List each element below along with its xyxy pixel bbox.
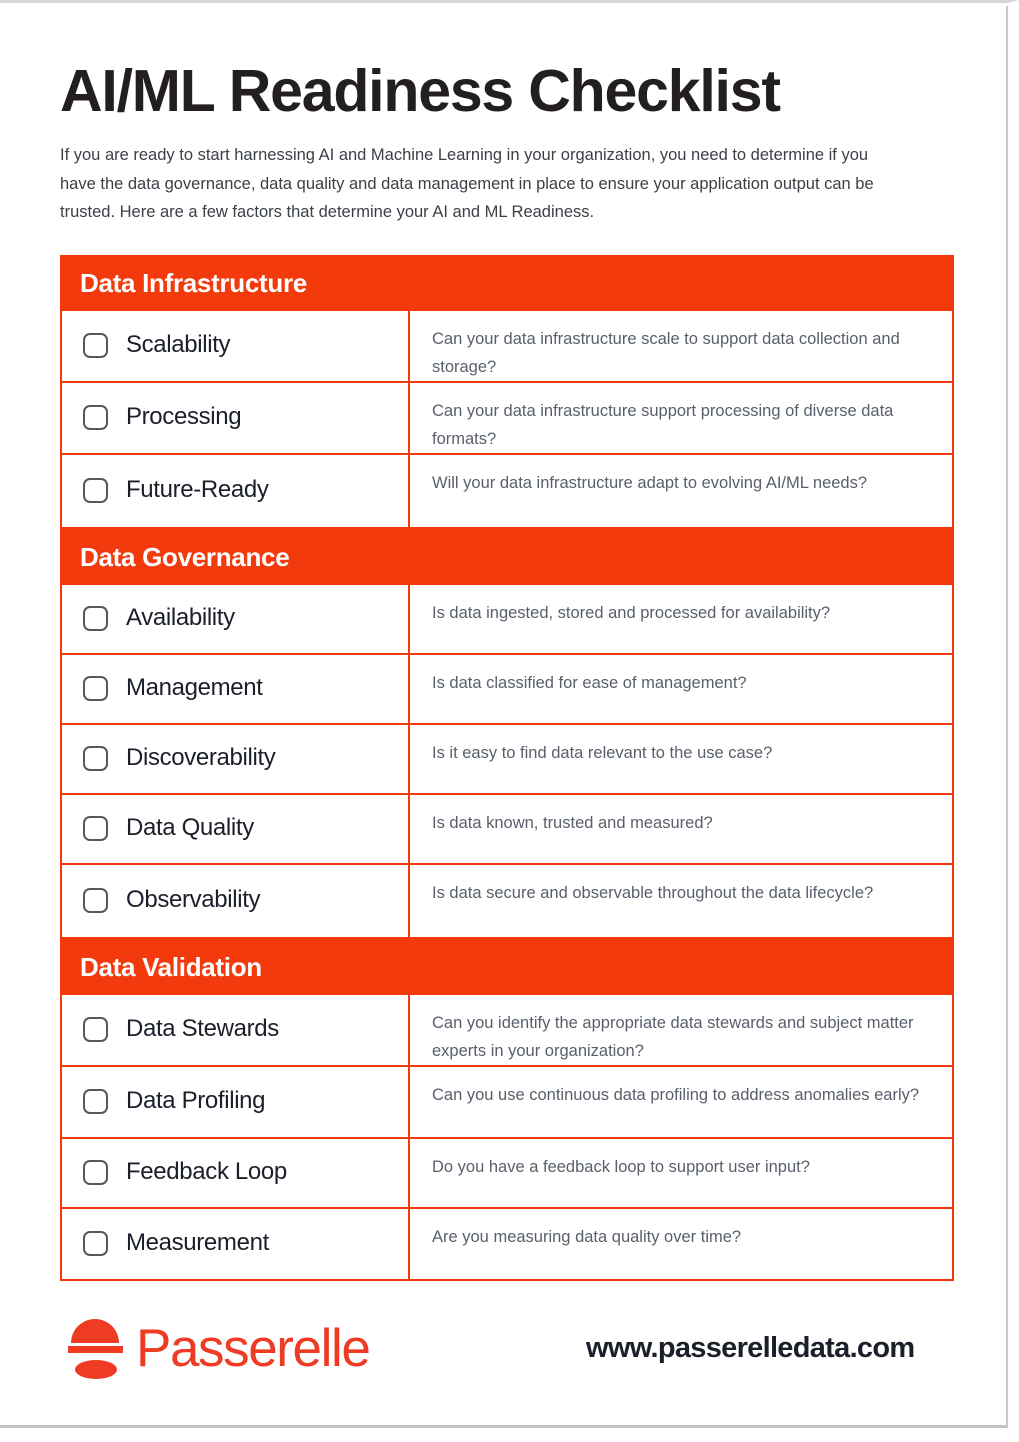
checklist-row-label-cell[interactable]: Data Profiling bbox=[62, 1066, 410, 1137]
page-footer: Passerelle www.passerelledata.com bbox=[60, 1315, 954, 1383]
section-rows: Scalability Can your data infrastructure … bbox=[60, 310, 954, 529]
checklist-row[interactable]: Availability Is data ingested, stored and… bbox=[62, 584, 952, 655]
checklist-item-question: Can you identify the appropriate data st… bbox=[432, 1013, 914, 1060]
checklist-item-question: Is data known, trusted and measured? bbox=[432, 813, 713, 832]
checklist-item-label: Feedback Loop bbox=[126, 1158, 287, 1186]
checklist-item-label: Scalability bbox=[126, 331, 231, 359]
checkbox-icon[interactable] bbox=[83, 888, 108, 914]
checklist-row-label-cell[interactable]: Availability bbox=[62, 584, 410, 653]
checklist-row[interactable]: Processing Can your data infrastructure s… bbox=[62, 382, 952, 455]
section-header: Data Validation bbox=[60, 938, 954, 995]
checklist-item-question: Are you measuring data quality over time… bbox=[432, 1227, 742, 1246]
checklist-item-question: Can you use continuous data profiling to… bbox=[432, 1085, 920, 1104]
checklist-row[interactable]: Feedback Loop Do you have a feedback loop… bbox=[62, 1138, 952, 1209]
page-sheet: AI/ML Readiness Checklist If you are rea… bbox=[0, 6, 1008, 1428]
section-rows: Data Stewards Can you identify the approp… bbox=[60, 994, 954, 1281]
checklist-item-label: Data Quality bbox=[126, 814, 254, 842]
page-title: AI/ML Readiness Checklist bbox=[60, 58, 781, 124]
checklist-item-question: Is it easy to find data relevant to the … bbox=[432, 743, 773, 762]
checkbox-icon[interactable] bbox=[83, 676, 108, 702]
bridge-arch-shape bbox=[71, 1318, 119, 1343]
checklist-item-question: Is data ingested, stored and processed f… bbox=[432, 603, 831, 622]
checklist-item-label: Observability bbox=[126, 886, 261, 914]
checklist-row-label-cell[interactable]: Management bbox=[62, 654, 410, 723]
checklist-section: Data Infrastructure Scalability Can your d… bbox=[60, 254, 954, 529]
bridge-reflection-shape bbox=[75, 1359, 117, 1379]
checkbox-icon[interactable] bbox=[83, 816, 108, 842]
checkbox-icon[interactable] bbox=[83, 1017, 108, 1043]
checklist-row[interactable]: Data Profiling Can you use continuous dat… bbox=[62, 1066, 952, 1139]
checklist-section: Data Validation Data Stewards Can you iden… bbox=[60, 938, 954, 1281]
checkbox-icon[interactable] bbox=[83, 478, 108, 504]
section-header: Data Governance bbox=[60, 528, 954, 585]
checklist-row[interactable]: Scalability Can your data infrastructure … bbox=[62, 310, 952, 383]
checklist-row[interactable]: Discoverability Is it easy to find data r… bbox=[62, 724, 952, 795]
bridge-deck-shape bbox=[68, 1345, 123, 1353]
checklist-row-label-cell[interactable]: Feedback Loop bbox=[62, 1138, 410, 1207]
section-header: Data Infrastructure bbox=[60, 254, 954, 311]
checklist-row[interactable]: Observability Is data secure and observab… bbox=[62, 864, 952, 937]
checklist-row-label-cell[interactable]: Measurement bbox=[62, 1208, 410, 1279]
checkbox-icon[interactable] bbox=[83, 1231, 108, 1257]
footer-website-url[interactable]: www.passerelledata.com bbox=[530, 1332, 915, 1365]
checklist-item-label: Discoverability bbox=[126, 744, 276, 772]
checkbox-icon[interactable] bbox=[83, 405, 108, 431]
checklist-row-label-cell[interactable]: Discoverability bbox=[62, 724, 410, 793]
checklist-row[interactable]: Measurement Are you measuring data qualit… bbox=[62, 1208, 952, 1279]
brand-lockup: Passerelle bbox=[60, 1315, 530, 1383]
checklist-item-question: Is data classified for ease of managemen… bbox=[432, 673, 747, 692]
checklist-item-question: Can your data infrastructure support pro… bbox=[432, 401, 894, 448]
checklist-item-label: Processing bbox=[126, 403, 242, 431]
checklist-row-label-cell[interactable]: Processing bbox=[62, 382, 410, 453]
checkbox-icon[interactable] bbox=[83, 1160, 108, 1186]
checkbox-icon[interactable] bbox=[83, 606, 108, 632]
intro-paragraph: If you are ready to start harnessing AI … bbox=[60, 146, 874, 222]
checkbox-icon[interactable] bbox=[83, 746, 108, 772]
readiness-checklist: Data Infrastructure Scalability Can your d… bbox=[60, 254, 954, 1281]
document-page: AI/ML Readiness Checklist If you are rea… bbox=[0, 0, 1019, 1442]
checklist-row[interactable]: Data Stewards Can you identify the approp… bbox=[62, 994, 952, 1067]
checklist-item-label: Data Profiling bbox=[126, 1087, 266, 1115]
checklist-section: Data Governance Availability Is data inges… bbox=[60, 528, 954, 939]
checklist-row[interactable]: Management Is data classified for ease of… bbox=[62, 654, 952, 725]
passerelle-bridge-icon bbox=[68, 1315, 123, 1383]
checklist-item-label: Availability bbox=[126, 604, 235, 632]
checkbox-icon[interactable] bbox=[83, 333, 108, 359]
checklist-row-label-cell[interactable]: Observability bbox=[62, 864, 410, 937]
checklist-item-label: Data Stewards bbox=[126, 1015, 279, 1043]
checklist-row-label-cell[interactable]: Future-Ready bbox=[62, 454, 410, 527]
checklist-row[interactable]: Data Quality Is data known, trusted and m… bbox=[62, 794, 952, 865]
checklist-row-label-cell[interactable]: Scalability bbox=[62, 310, 410, 381]
checklist-item-question: Is data secure and observable throughout… bbox=[432, 883, 874, 902]
checkbox-icon[interactable] bbox=[83, 1089, 108, 1115]
brand-name: Passerelle bbox=[136, 1319, 371, 1379]
checklist-row[interactable]: Future-Ready Will your data infrastructur… bbox=[62, 454, 952, 527]
checklist-row-label-cell[interactable]: Data Stewards bbox=[62, 994, 410, 1065]
checklist-item-label: Management bbox=[126, 674, 263, 702]
page-content: AI/ML Readiness Checklist If you are rea… bbox=[60, 6, 954, 1383]
checklist-item-label: Future-Ready bbox=[126, 476, 269, 504]
checklist-item-question: Can your data infrastructure scale to su… bbox=[432, 329, 900, 376]
checklist-item-question: Will your data infrastructure adapt to e… bbox=[432, 473, 868, 492]
checklist-item-label: Measurement bbox=[126, 1229, 269, 1257]
checklist-row-label-cell[interactable]: Data Quality bbox=[62, 794, 410, 863]
checklist-item-question: Do you have a feedback loop to support u… bbox=[432, 1157, 810, 1176]
section-rows: Availability Is data ingested, stored and… bbox=[60, 584, 954, 939]
